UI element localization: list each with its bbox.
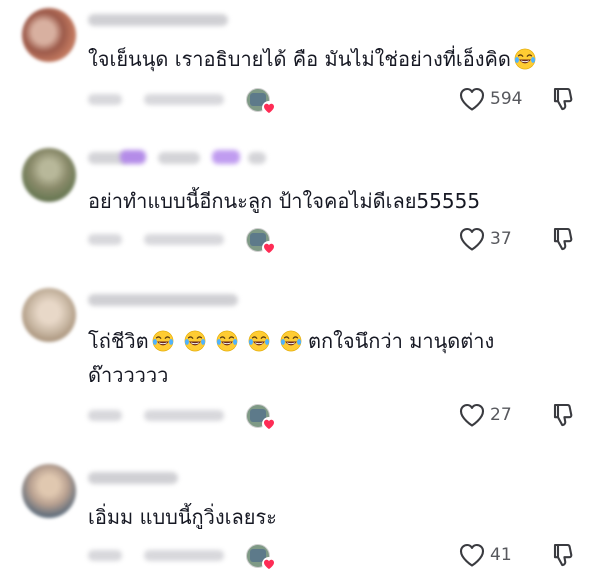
username [212,150,240,164]
username [158,152,200,164]
creator-liked-avatar [246,544,270,568]
comment-timestamp [88,550,122,561]
comment-text: โถ่ชีวิต ตกใจนึกว่า มานุดต่าง ด๊าววววว [88,329,495,387]
face-with-tears-of-joy-icon [280,330,302,352]
face-with-tears-of-joy-icon [184,330,206,352]
comment-text: ใจเย็นนุด เราอธิบายได้ คือ มันไม่ใช่อย่า… [88,42,536,76]
heart-outline-icon[interactable] [458,226,486,252]
like-count: 41 [490,545,512,565]
avatar[interactable] [22,148,76,202]
like-count: 594 [490,89,523,109]
avatar[interactable] [22,288,76,342]
thumbs-down-icon[interactable] [551,402,575,428]
red-heart-icon [262,101,276,115]
comment-text: อย่าทำแบบนี้อีกนะลูก ป้าใจคอไม่ดีเลย5555… [88,189,481,213]
reply-button[interactable] [144,550,224,561]
comment-timestamp [88,234,122,245]
comment-text: เอิ่มม แบบนี้กูวิ่งเลยระ [88,505,277,529]
comment-timestamp [88,94,122,105]
face-with-tears-of-joy-icon [216,330,238,352]
username[interactable] [88,294,238,306]
red-heart-icon [262,417,276,431]
username[interactable] [88,14,228,26]
comment-timestamp [88,410,122,421]
reply-button[interactable] [144,94,224,105]
thumbs-down-icon[interactable] [551,542,575,568]
heart-outline-icon[interactable] [458,402,486,428]
face-with-tears-of-joy-icon [152,330,174,352]
face-with-tears-of-joy-icon [248,330,270,352]
reply-button[interactable] [144,234,224,245]
like-count: 27 [490,405,512,425]
red-heart-icon [262,241,276,255]
creator-liked-avatar [246,404,270,428]
red-heart-icon [262,557,276,571]
face-with-tears-of-joy-icon [514,48,536,70]
like-count: 37 [490,229,512,249]
creator-liked-avatar [246,228,270,252]
heart-outline-icon[interactable] [458,86,486,112]
username [248,152,266,164]
username[interactable] [88,472,178,484]
avatar[interactable] [22,8,76,62]
heart-outline-icon[interactable] [458,542,486,568]
thumbs-down-icon[interactable] [551,86,575,112]
reply-button[interactable] [144,410,224,421]
username [120,150,146,164]
thumbs-down-icon[interactable] [551,226,575,252]
avatar[interactable] [22,464,76,518]
creator-liked-avatar [246,88,270,112]
